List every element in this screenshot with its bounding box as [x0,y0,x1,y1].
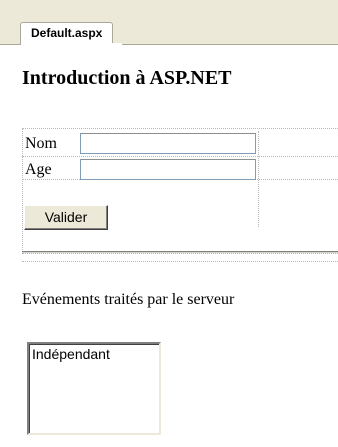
tab-default-aspx[interactable]: Default.aspx [20,22,114,44]
nom-input[interactable] [80,133,256,154]
events-label: Evénements traités par le serveur [22,291,235,308]
age-label: Age [25,161,52,178]
valider-button[interactable]: Valider [24,205,108,230]
paragraph-divider [22,261,338,262]
list-item[interactable]: Indépendant [29,344,159,364]
page-title: Introduction à ASP.NET [22,67,232,89]
document-tab-strip: Default.aspx [0,0,338,45]
events-listbox[interactable]: Indépendant [27,342,161,435]
nom-label: Nom [25,135,57,152]
design-surface: Introduction à ASP.NET Nom Age Valider E… [0,45,338,447]
horizontal-rule [22,251,338,253]
table-row-divider [22,156,338,157]
age-input[interactable] [80,159,256,180]
